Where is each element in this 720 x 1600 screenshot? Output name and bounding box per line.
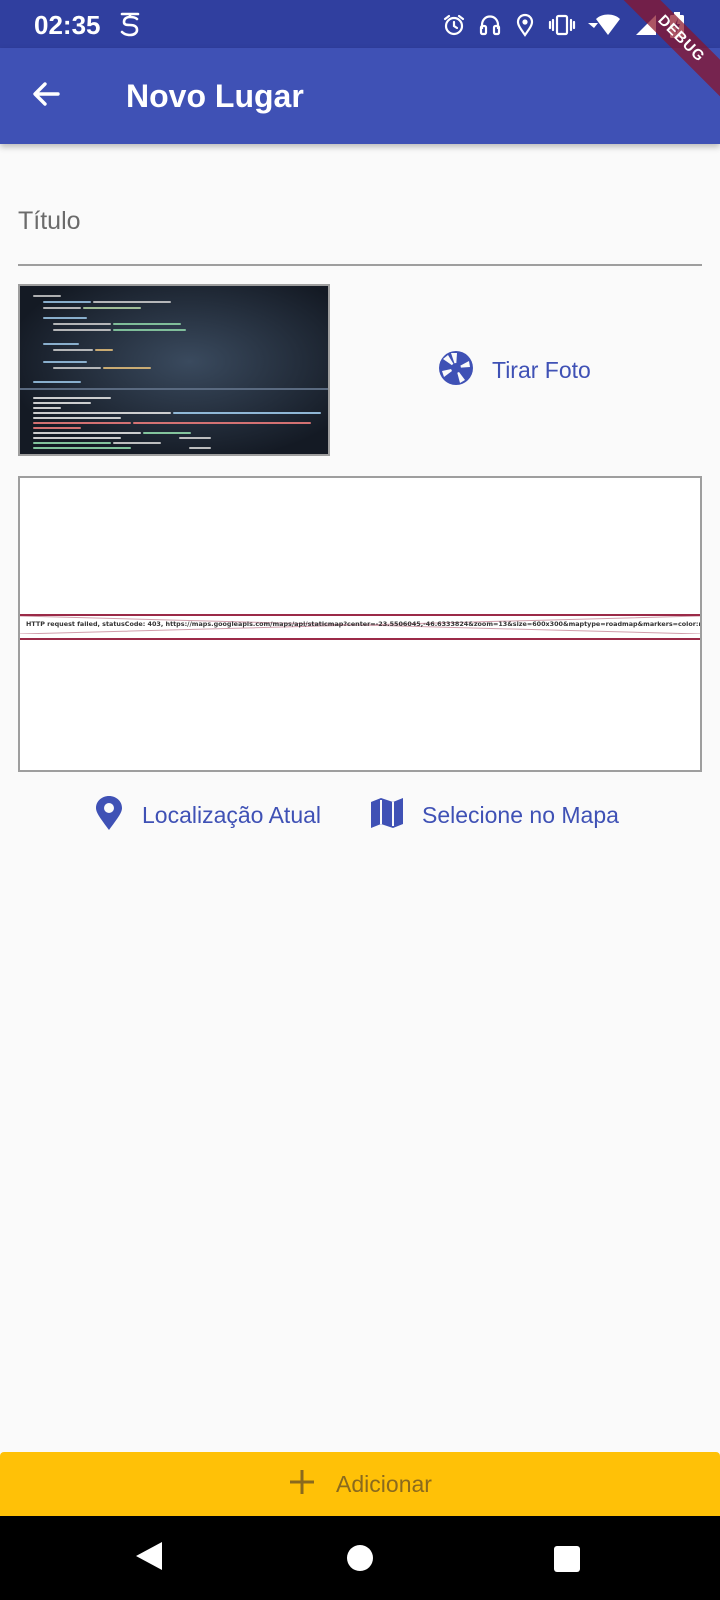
alarm-icon [442,13,466,37]
title-input[interactable] [18,180,702,250]
back-button[interactable] [22,72,70,120]
vibrate-icon [548,13,576,37]
s-icon [118,10,142,38]
image-preview [18,284,330,456]
current-location-button[interactable]: Localização Atual [94,790,321,840]
location-actions: Localização Atual Selecione no Mapa [0,790,720,840]
take-photo-label: Tirar Foto [492,356,591,383]
screen: 02:35 DEBUG Novo Lugar Título Tirar Foto… [0,0,720,1600]
location-pin-icon [94,795,124,836]
status-bar: 02:35 [0,0,720,48]
map-error-banner: HTTP request failed, statusCode: 403, ht… [20,614,700,640]
map-preview: HTTP request failed, statusCode: 403, ht… [18,476,702,772]
arrow-back-icon [30,78,62,115]
location-icon [514,13,536,37]
take-photo-button[interactable]: Tirar Foto [438,345,591,395]
wifi-icon [588,13,622,37]
nav-home-button[interactable] [346,1544,374,1577]
current-location-label: Localização Atual [142,801,322,828]
status-time: 02:35 [34,10,101,40]
select-on-map-button[interactable]: Selecione no Mapa [370,790,619,840]
camera-shutter-icon [438,350,474,391]
nav-recents-button[interactable] [554,1546,580,1577]
add-button[interactable]: Adicionar [0,1452,720,1516]
map-error-text: HTTP request failed, statusCode: 403, ht… [26,620,700,628]
plus-icon [288,1468,316,1501]
select-on-map-label: Selecione no Mapa [422,801,619,828]
app-bar: Novo Lugar [0,48,720,144]
navigation-bar [0,1516,720,1600]
headset-icon [478,13,502,37]
map-icon [370,796,404,835]
add-label: Adicionar [336,1470,432,1497]
page-title: Novo Lugar [126,78,304,114]
nav-back-button[interactable] [134,1540,164,1577]
title-field [18,180,702,266]
